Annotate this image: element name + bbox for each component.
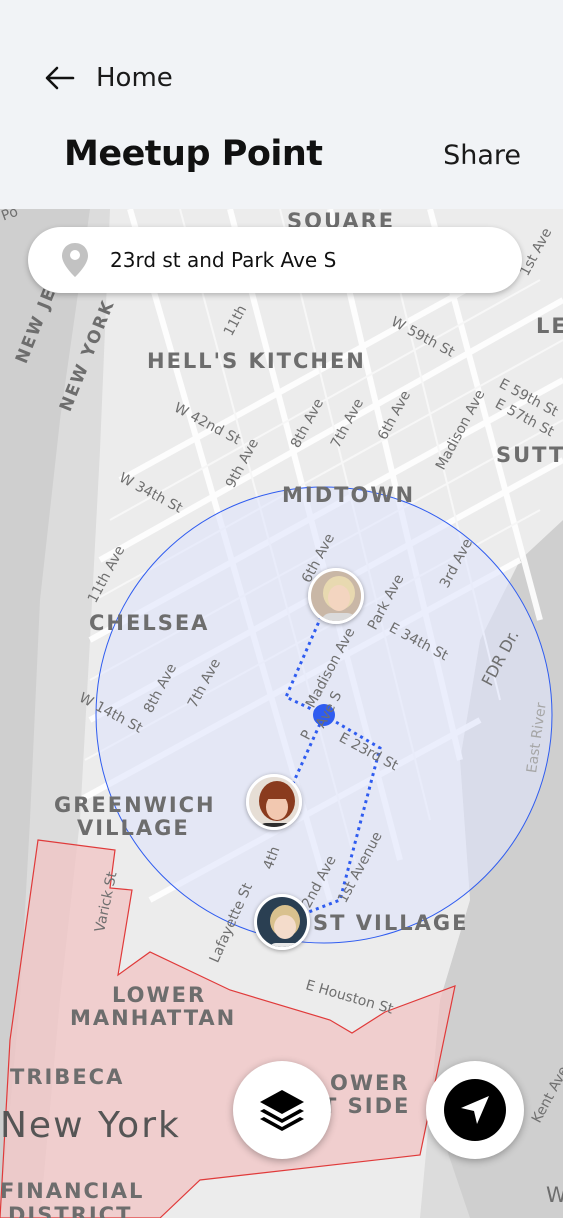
friend-avatar-3[interactable] <box>254 894 310 950</box>
label-sutton: SUTT <box>496 443 563 467</box>
label-midtown: MIDTOWN <box>282 483 416 507</box>
label-village: VILLAGE <box>77 816 190 840</box>
label-hells-kitchen: HELL'S KITCHEN <box>147 349 366 373</box>
label-manhattan: MANHATTAN <box>70 1006 237 1030</box>
label-side: T SIDE <box>322 1094 411 1118</box>
friend-avatar-2[interactable] <box>246 774 302 830</box>
back-label: Home <box>96 63 173 93</box>
navigate-inner <box>444 1079 506 1141</box>
share-button[interactable]: Share <box>443 140 521 171</box>
location-pin-icon <box>62 243 88 277</box>
label-w: W <box>546 1183 563 1207</box>
label-chelsea: CHELSEA <box>89 611 210 635</box>
navigation-arrow-icon <box>461 1096 489 1124</box>
label-greenwich: GREENWICH <box>54 793 216 817</box>
label-le: LE <box>536 314 563 338</box>
label-east-village: ST VILLAGE <box>313 911 469 935</box>
app-header: Home Meetup Point Share <box>0 0 563 209</box>
search-bar[interactable] <box>28 227 522 293</box>
label-lower-east: OWER <box>330 1071 410 1095</box>
label-district: DISTRICT <box>8 1203 133 1218</box>
label-new-york: New York <box>0 1105 181 1146</box>
page-title: Meetup Point <box>64 134 323 174</box>
layers-button[interactable] <box>233 1061 331 1159</box>
back-button[interactable]: Home <box>44 62 173 94</box>
label-tribeca: TRIBECA <box>10 1065 125 1089</box>
label-financial: FINANCIAL <box>0 1179 145 1203</box>
arrow-left-icon <box>45 66 75 90</box>
layers-icon <box>260 1090 304 1131</box>
navigate-button[interactable] <box>426 1061 524 1159</box>
search-input[interactable] <box>110 248 490 272</box>
label-lower: LOWER <box>112 983 207 1007</box>
friend-avatar-1[interactable] <box>308 568 364 624</box>
